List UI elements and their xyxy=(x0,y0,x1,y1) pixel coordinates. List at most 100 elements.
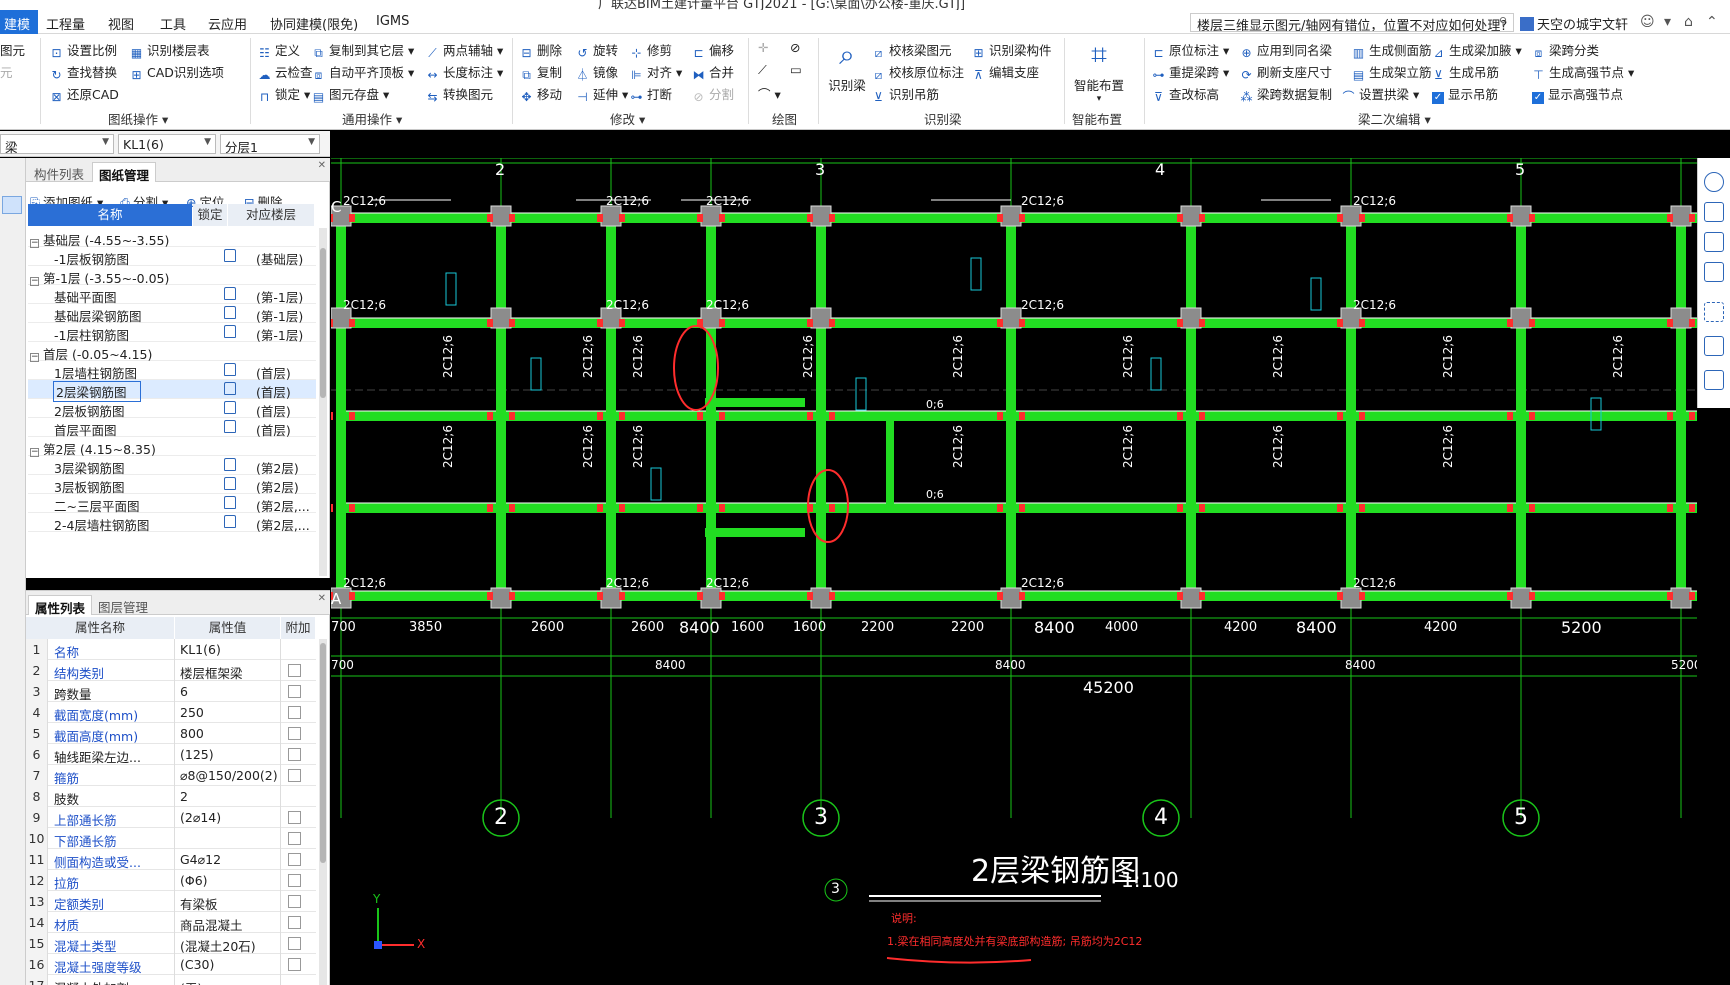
feedback-icon[interactable]: ☺ xyxy=(1640,14,1655,30)
property-row[interactable]: 2 结构类别 楼层框架梁 xyxy=(26,660,316,681)
property-value[interactable]: 商品混凝土 xyxy=(180,915,290,934)
component-select[interactable]: KL1(6) ▼ xyxy=(118,134,216,154)
attach-checkbox[interactable] xyxy=(288,811,301,824)
attach-checkbox[interactable] xyxy=(288,916,301,929)
close-icon[interactable]: ✕ xyxy=(318,160,326,171)
property-value[interactable]: 800 xyxy=(180,726,290,741)
gen-haunch-button[interactable]: ⊿ 生成梁加腋 ▾ xyxy=(1432,40,1521,60)
move-button[interactable]: ✥ 移动 xyxy=(520,84,562,104)
gen-side-rebar-button[interactable]: ▥ 生成侧面筋 xyxy=(1352,40,1432,60)
rotate-button[interactable]: ↺ 旋转 xyxy=(576,40,618,60)
minimize-ribbon-icon[interactable]: ⌃ xyxy=(1706,14,1718,30)
menu-item-collab[interactable]: 协同建模(限免) xyxy=(270,14,358,33)
ribbon-partial-2[interactable]: 元 xyxy=(0,62,13,81)
properties-icon[interactable] xyxy=(1704,370,1724,390)
property-row[interactable]: 9 上部通长筋 (2⌀14) xyxy=(26,807,316,828)
property-value[interactable]: ⌀8@150/200(2) xyxy=(180,768,290,783)
group-label-drawing-ops[interactable]: 图纸操作 ▾ xyxy=(108,109,168,128)
attach-checkbox[interactable] xyxy=(288,874,301,887)
tab-layer-management[interactable]: 图层管理 xyxy=(92,595,154,615)
property-row[interactable]: 10 下部通长筋 xyxy=(26,828,316,849)
attach-checkbox[interactable] xyxy=(288,832,301,845)
tree-item-row[interactable]: 2层板钢筋图 (首层) xyxy=(28,399,316,419)
property-row[interactable]: 14 材质 商品混凝土 xyxy=(26,912,316,933)
display-3d-icon[interactable] xyxy=(1704,336,1724,356)
refresh-support-button[interactable]: ⟳ 刷新支座尺寸 xyxy=(1240,62,1332,82)
lock-icon[interactable] xyxy=(224,458,236,471)
menu-item-quantity[interactable]: 工程量 xyxy=(46,14,85,33)
split-button[interactable]: ⊘ 分割 xyxy=(692,84,734,104)
property-value[interactable]: (无) xyxy=(180,978,290,985)
attach-checkbox[interactable] xyxy=(288,769,301,782)
property-row[interactable]: 17 混凝土外加剂 (无) xyxy=(26,975,316,985)
edit-support-button[interactable]: ⊼ 编辑支座 xyxy=(972,62,1039,82)
help-search-box[interactable]: 楼层三维显示图元/轴网有错位，位置不对应如何处理? ⚲ xyxy=(1190,13,1514,32)
show-high-strength-node-checkbox[interactable]: ✓ 显示高强节点 xyxy=(1532,84,1623,104)
fit-window-icon[interactable] xyxy=(1704,302,1724,322)
orbit-icon[interactable] xyxy=(1704,172,1724,192)
identify-hanger-button[interactable]: ⊻ 识别吊筋 xyxy=(872,84,939,104)
search-icon[interactable]: ⚲ xyxy=(1499,15,1507,28)
lock-icon[interactable] xyxy=(224,420,236,433)
menu-item-igms[interactable]: IGMS xyxy=(376,14,409,29)
break-button[interactable]: ⊶ 打断 xyxy=(630,84,673,104)
offset-button[interactable]: ⊏ 偏移 xyxy=(692,40,734,60)
group-label-modify[interactable]: 修改 ▾ xyxy=(610,109,645,128)
set-arch-beam-button[interactable]: ⌒ 设置拱梁 ▾ xyxy=(1342,84,1419,104)
group-label-common-ops[interactable]: 通用操作 ▾ xyxy=(342,109,402,128)
lock-icon[interactable] xyxy=(224,363,236,376)
check-original-annotation-button[interactable]: ⧄ 校核原位标注 xyxy=(872,62,964,82)
tree-group-row[interactable]: − 第-1层 (-3.55~-0.05) xyxy=(28,266,316,286)
property-value[interactable]: (Φ6) xyxy=(180,873,290,888)
gen-high-strength-node-button[interactable]: ⊤ 生成高强节点 ▾ xyxy=(1532,62,1634,82)
trim-button[interactable]: ⊹ 修剪 xyxy=(630,40,672,60)
cad-drawing-canvas[interactable]: 2C12;6 2C12;6 2C12;6 2C12;6 2C12;6 2C12;6 2C12… xyxy=(331,158,1697,985)
tree-item-row[interactable]: -1层板钢筋图 (基础层) xyxy=(28,247,316,267)
attach-checkbox[interactable] xyxy=(288,895,301,908)
attach-checkbox[interactable] xyxy=(288,853,301,866)
property-row[interactable]: 11 侧面构造或受... G4⌀12 xyxy=(26,849,316,870)
dropdown-icon[interactable]: ▾ xyxy=(1664,14,1671,30)
property-row[interactable]: 5 截面高度(mm) 800 xyxy=(26,723,316,744)
property-value[interactable]: (2⌀14) xyxy=(180,810,290,825)
length-dimension-button[interactable]: ↔ 长度标注 ▾ xyxy=(426,62,503,82)
span-data-copy-button[interactable]: ⁂ 梁跨数据复制 xyxy=(1240,84,1333,104)
layer-select[interactable]: 分层1 ▼ xyxy=(220,134,320,155)
property-value[interactable]: G4⌀12 xyxy=(180,852,290,867)
property-row[interactable]: 13 定额类别 有梁板 xyxy=(26,891,316,912)
tree-item-row[interactable]: 3层梁钢筋图 (第2层) xyxy=(28,456,316,476)
delete-button[interactable]: ⊟ 删除 xyxy=(520,40,562,60)
set-scale-button[interactable]: ⊡ 设置比例 xyxy=(50,40,117,60)
tree-group-row[interactable]: − 首层 (-0.05~4.15) xyxy=(28,342,316,362)
tree-item-row[interactable]: 基础平面图 (第-1层) xyxy=(28,285,316,305)
property-row[interactable]: 8 肢数 2 xyxy=(26,786,316,807)
property-row[interactable]: 4 截面宽度(mm) 250 xyxy=(26,702,316,723)
tab-drawing-management[interactable]: 图纸管理 xyxy=(92,162,157,183)
gen-erect-rebar-button[interactable]: ▤ 生成架立筋 xyxy=(1352,62,1432,82)
iso-view-icon[interactable] xyxy=(1704,202,1724,222)
tab-property-list[interactable]: 属性列表 xyxy=(28,595,93,616)
attach-checkbox[interactable] xyxy=(288,937,301,950)
property-value[interactable]: 250 xyxy=(180,705,290,720)
arc-draw-icon[interactable]: ⌒ ▾ xyxy=(758,84,781,103)
tree-item-row[interactable]: 1层墙柱钢筋图 (首层) xyxy=(28,361,316,381)
merge-button[interactable]: ⧓ 合并 xyxy=(692,62,735,82)
span-classify-button[interactable]: ⧈ 梁跨分类 xyxy=(1532,40,1599,60)
smart-layout-button[interactable]: ⌗ 智能布置 ▾ xyxy=(1070,38,1128,104)
property-value[interactable]: 6 xyxy=(180,684,290,699)
property-value[interactable]: 有梁板 xyxy=(180,894,290,913)
property-value[interactable]: 楼层框架梁 xyxy=(180,663,290,682)
cad-options-button[interactable]: ⊞ CAD识别选项 xyxy=(130,62,223,82)
tree-item-row[interactable]: 2-4层墙柱钢筋图 (第2层,... xyxy=(28,513,316,533)
navigator-icon[interactable] xyxy=(2,196,22,214)
cloud-check-button[interactable]: ☁ 云检查 xyxy=(258,62,313,82)
top-view-icon[interactable] xyxy=(1704,232,1724,252)
property-value[interactable]: KL1(6) xyxy=(180,642,290,657)
home-icon[interactable]: ⌂ xyxy=(1684,14,1693,30)
lock-icon[interactable] xyxy=(224,249,236,262)
menu-item-view[interactable]: 视图 xyxy=(108,14,134,33)
tab-component-list[interactable]: 构件列表 xyxy=(28,162,90,182)
column-header-name[interactable]: 名称 xyxy=(28,204,192,226)
property-row[interactable]: 7 箍筋 ⌀8@150/200(2) xyxy=(26,765,316,786)
original-annotation-button[interactable]: ⊏ 原位标注 ▾ xyxy=(1152,40,1229,60)
